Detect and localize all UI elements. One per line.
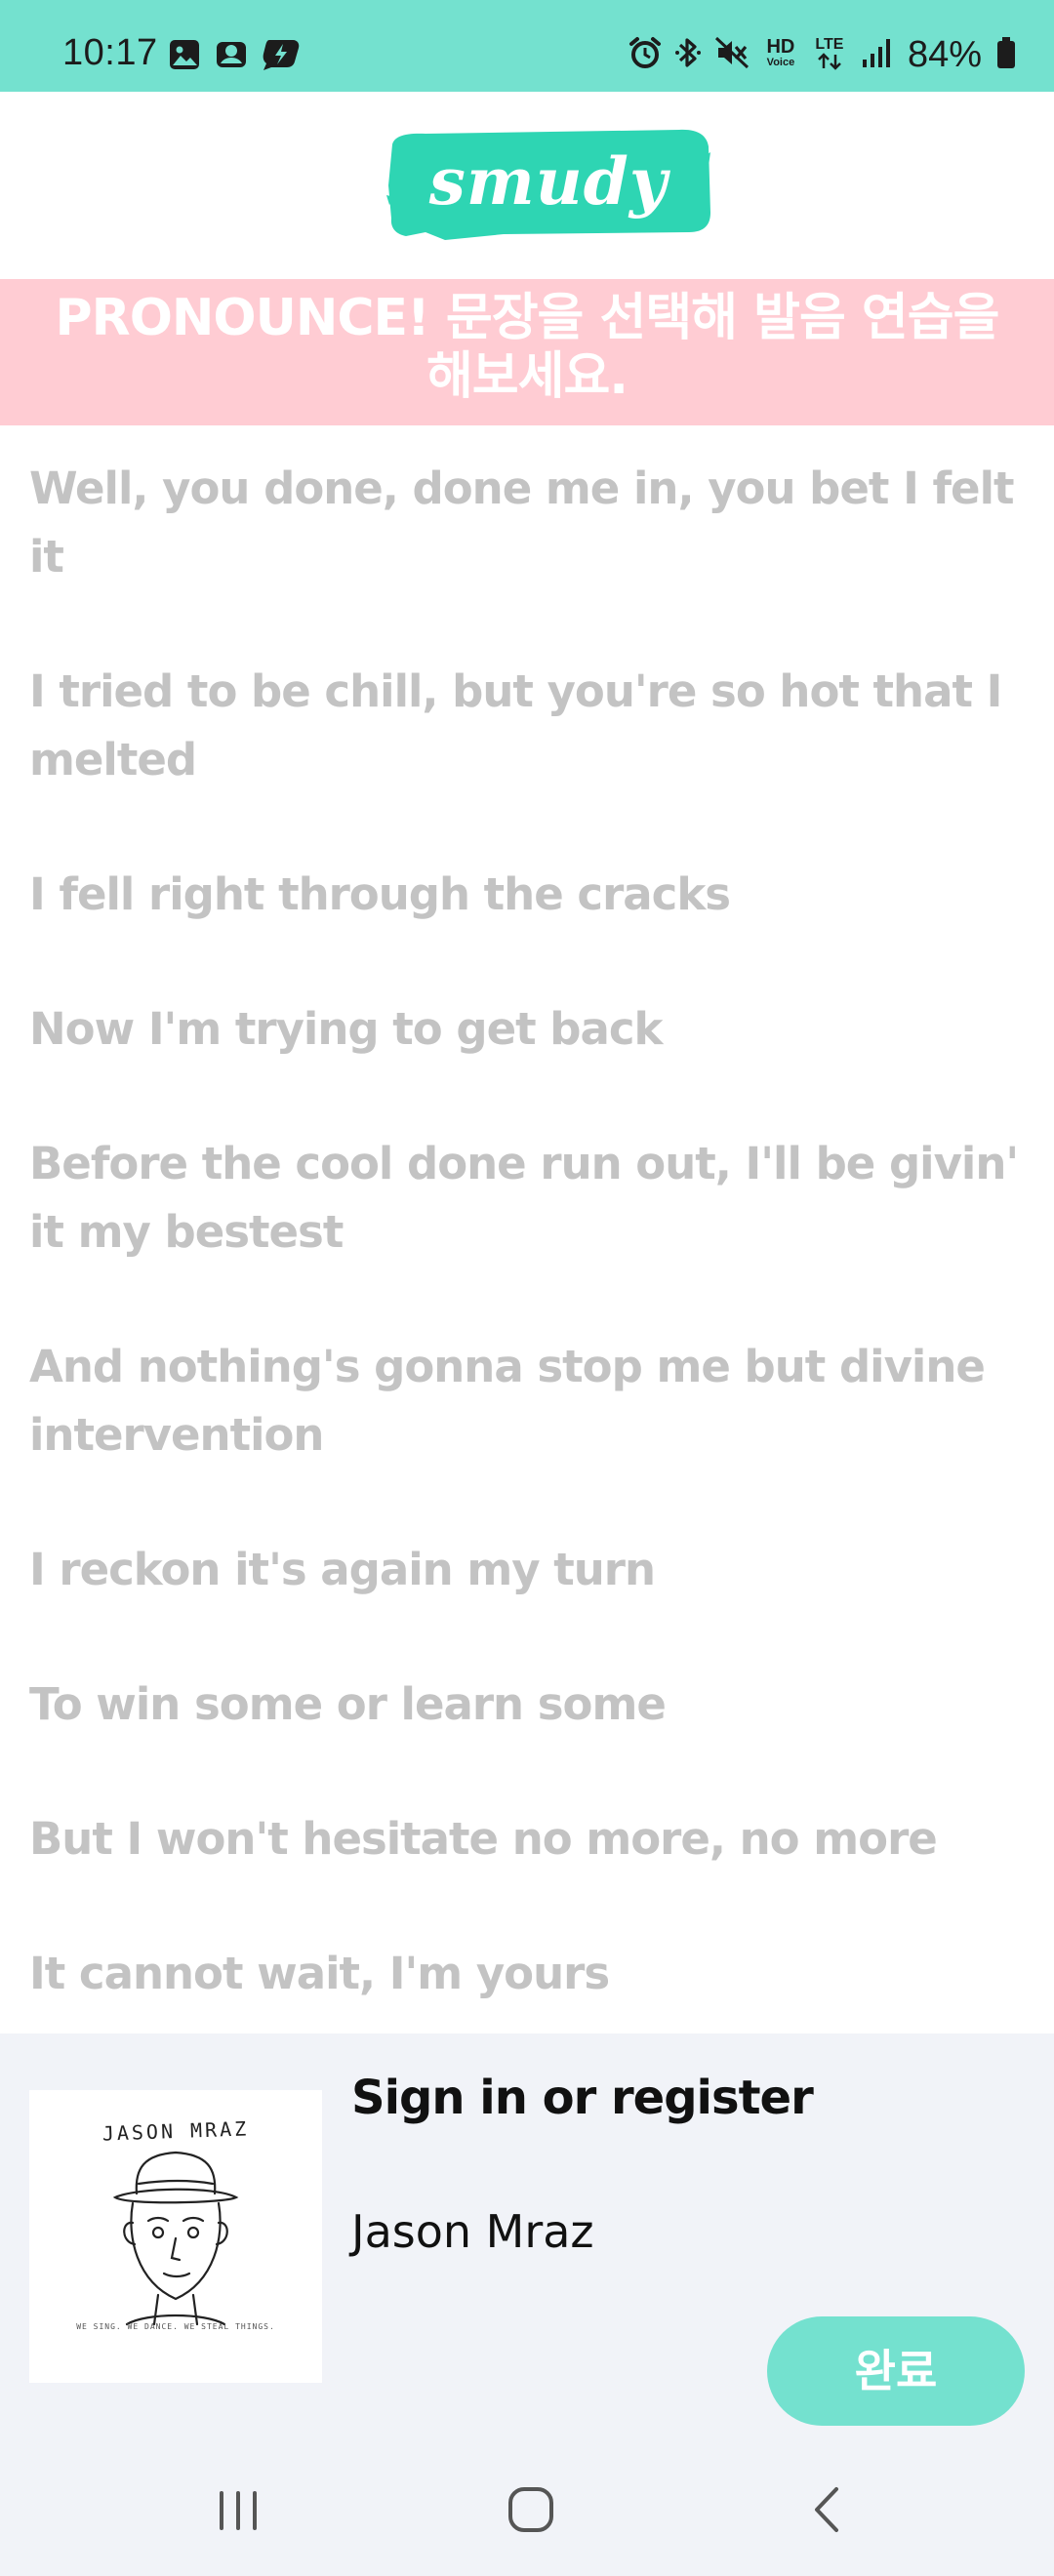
lte-icon: LTE (812, 36, 847, 70)
mute-icon (714, 36, 749, 69)
signal-icon (862, 39, 890, 67)
image-icon (170, 40, 199, 69)
battery-icon (997, 37, 1015, 68)
recent-apps-button[interactable] (199, 2480, 277, 2539)
back-button[interactable] (789, 2480, 867, 2539)
lyric-line[interactable]: Now I'm trying to get back (29, 962, 1034, 1097)
data-arrows-icon (818, 52, 841, 70)
app-header: smudy (0, 92, 1054, 279)
recent-apps-icon (220, 2491, 257, 2530)
album-art: JASON MRAZ WE SING. WE DANCE. WE STEAL T… (29, 2090, 322, 2383)
hd-label: HD (766, 36, 795, 58)
song-title[interactable]: Sign in or register (351, 2071, 814, 2125)
home-button[interactable] (492, 2480, 570, 2539)
instruction-banner: PRONOUNCE! 문장을 선택해 발음 연습을 해보세요. (0, 279, 1054, 425)
lyric-line[interactable]: And nothing's gonna stop me but divine i… (29, 1300, 1034, 1503)
system-nav-bar (0, 2443, 1054, 2576)
lyric-line[interactable]: To win some or learn some (29, 1637, 1034, 1772)
app-screen: 10:17 HD Voice LTE 84% smudy PRONOUNCE! … (0, 0, 1054, 2576)
lyric-line[interactable]: I tried to be chill, but you're so hot t… (29, 624, 1034, 827)
home-icon (508, 2487, 553, 2532)
back-icon (815, 2487, 838, 2532)
song-artist: Jason Mraz (351, 2205, 594, 2258)
bluetooth-icon (674, 38, 701, 67)
lyric-line[interactable]: Well, you done, done me in, you bet I fe… (29, 425, 1034, 624)
system-icons: HD Voice LTE 84% (628, 33, 1017, 75)
status-time: 10:17 (62, 32, 158, 73)
lyrics-list: Well, you done, done me in, you bet I fe… (29, 425, 1034, 2041)
album-face-illustration (112, 2151, 239, 2326)
hd-voice-icon: HD Voice (763, 37, 798, 68)
smudy-logo[interactable]: smudy (386, 127, 710, 242)
lyric-line[interactable]: It cannot wait, I'm yours (29, 1907, 1034, 2041)
battery-percent: 84% (907, 34, 982, 75)
voice-label: Voice (766, 57, 795, 68)
notification-icons (168, 37, 301, 72)
alarm-icon (628, 37, 661, 68)
lyric-line[interactable]: I reckon it's again my turn (29, 1503, 1034, 1637)
status-bar: 10:17 HD Voice LTE 84% (0, 0, 1054, 92)
done-button[interactable]: 완료 (767, 2316, 1025, 2426)
lyric-line[interactable]: Before the cool done run out, I'll be gi… (29, 1097, 1034, 1300)
album-art-caption: WE SING. WE DANCE. WE STEAL THINGS. (76, 2322, 275, 2331)
chat-bubble-icon (263, 40, 300, 70)
cloud-app-icon (217, 42, 246, 67)
lte-label: LTE (815, 35, 844, 53)
lyric-line[interactable]: But I won't hesitate no more, no more (29, 1772, 1034, 1907)
lyric-line[interactable]: I fell right through the cracks (29, 827, 1034, 962)
song-panel: JASON MRAZ WE SING. WE DANCE. WE STEAL T… (0, 2033, 1054, 2443)
logo-text: smudy (428, 143, 669, 220)
